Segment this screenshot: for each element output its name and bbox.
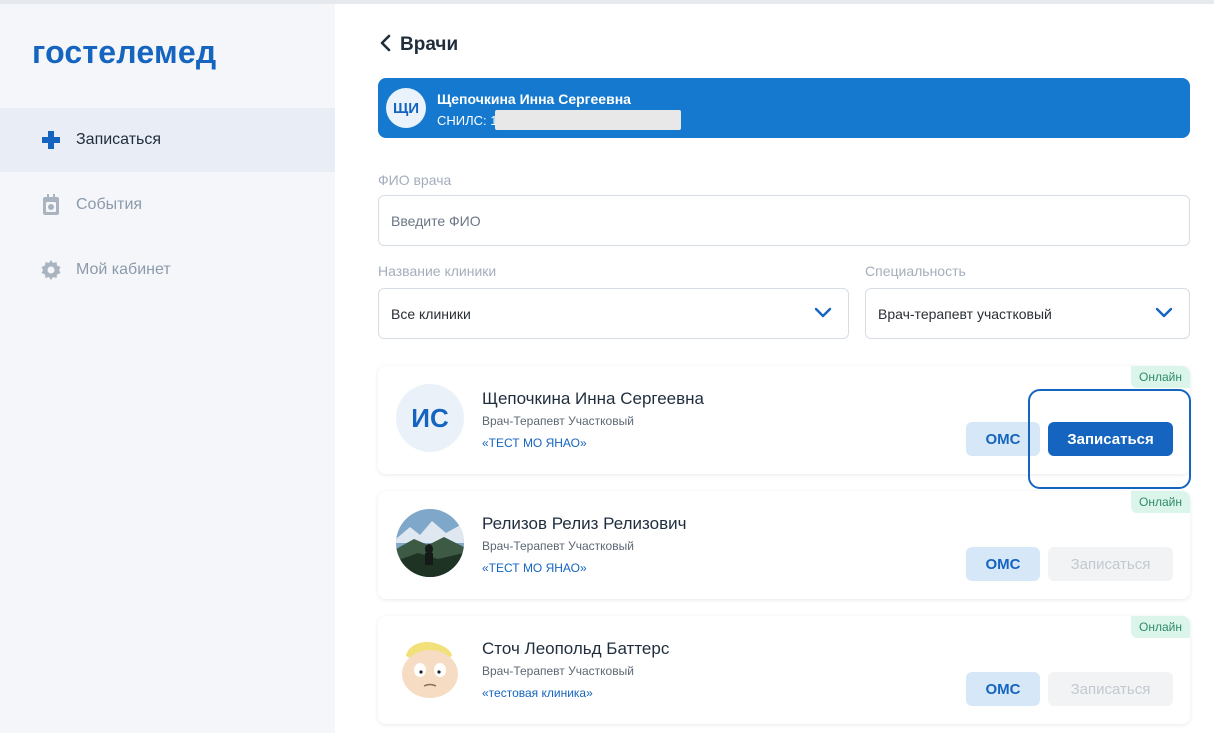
patient-snils: СНИЛС: 1 bbox=[437, 110, 681, 130]
book-button[interactable]: Записаться bbox=[1048, 422, 1173, 456]
sidebar-item-label: Записаться bbox=[76, 131, 162, 148]
patient-name: Щепочкина Инна Сергеевна bbox=[437, 91, 631, 107]
doctor-avatar: ИС bbox=[396, 384, 464, 452]
patient-avatar: ЩИ bbox=[386, 88, 426, 128]
online-status-badge: Онлайн bbox=[1131, 366, 1190, 388]
page-title: Врачи bbox=[400, 34, 459, 55]
chevron-left-icon[interactable] bbox=[378, 34, 392, 56]
doctor-card: ИС Щепочкина Инна Сергеевна Врач-Терапев… bbox=[378, 366, 1191, 489]
doctor-card: Сточ Леопольд Баттерс Врач-Терапевт Учас… bbox=[378, 616, 1190, 724]
online-status-badge: Онлайн bbox=[1131, 491, 1190, 513]
patient-banner: ЩИ Щепочкина Инна Сергеевна СНИЛС: 1 bbox=[378, 78, 1190, 138]
doctor-card: Релизов Релиз Релизович Врач-Терапевт Уч… bbox=[378, 491, 1190, 599]
sidebar-item-label: Мой кабинет bbox=[76, 261, 171, 278]
sidebar: гостелемед Записаться События Мой кабине… bbox=[0, 4, 335, 733]
chevron-down-icon[interactable] bbox=[814, 306, 832, 322]
doctor-name-label: ФИО врача bbox=[378, 172, 452, 188]
doctor-clinic-link[interactable]: «ТЕСТ МО ЯНАО» bbox=[482, 436, 587, 450]
clinic-select[interactable]: Все клиники bbox=[378, 288, 849, 339]
doctor-photo bbox=[396, 634, 464, 702]
sidebar-item-cabinet[interactable]: Мой кабинет bbox=[0, 238, 335, 302]
snils-redaction bbox=[494, 110, 681, 130]
doctor-photo bbox=[396, 509, 464, 577]
doctor-name-input[interactable]: Введите ФИО bbox=[378, 195, 1190, 246]
sidebar-item-events[interactable]: События bbox=[0, 173, 335, 237]
snils-label: СНИЛС: 1 bbox=[437, 112, 498, 128]
doctor-name: Сточ Леопольд Баттерс bbox=[482, 639, 670, 658]
doctor-clinic-link[interactable]: «тестовая клиника» bbox=[482, 686, 593, 700]
doctor-clinic-link[interactable]: «ТЕСТ МО ЯНАО» bbox=[482, 561, 587, 575]
doctor-name-placeholder: Введите ФИО bbox=[391, 212, 481, 229]
medical-cross-icon bbox=[40, 129, 62, 151]
doctor-name: Щепочкина Инна Сергеевна bbox=[482, 389, 705, 408]
specialty-select-value: Врач-терапевт участковый bbox=[878, 305, 1052, 322]
back-navigation[interactable]: Врачи bbox=[378, 34, 458, 56]
doctor-specialty: Врач-Терапевт Участковый bbox=[482, 414, 634, 428]
online-status-badge: Онлайн bbox=[1131, 616, 1190, 638]
sidebar-item-book[interactable]: Записаться bbox=[0, 108, 335, 172]
oms-button[interactable]: ОМС bbox=[966, 672, 1040, 706]
book-button-disabled[interactable]: Записаться bbox=[1048, 672, 1173, 706]
clinic-select-value: Все клиники bbox=[391, 305, 471, 322]
calendar-icon bbox=[40, 194, 62, 216]
app-logo[interactable]: гостелемед bbox=[32, 34, 216, 71]
oms-button[interactable]: ОМС bbox=[966, 422, 1040, 456]
doctor-specialty: Врач-Терапевт Участковый bbox=[482, 664, 634, 678]
specialty-label: Специальность bbox=[865, 263, 966, 279]
specialty-select[interactable]: Врач-терапевт участковый bbox=[865, 288, 1190, 339]
doctor-specialty: Врач-Терапевт Участковый bbox=[482, 539, 634, 553]
doctor-name: Релизов Релиз Релизович bbox=[482, 514, 687, 533]
gear-icon bbox=[40, 259, 62, 281]
sidebar-item-label: События bbox=[76, 196, 143, 213]
book-button-disabled[interactable]: Записаться bbox=[1048, 547, 1173, 581]
clinic-label: Название клиники bbox=[378, 263, 497, 279]
chevron-down-icon[interactable] bbox=[1155, 306, 1173, 322]
oms-button[interactable]: ОМС bbox=[966, 547, 1040, 581]
